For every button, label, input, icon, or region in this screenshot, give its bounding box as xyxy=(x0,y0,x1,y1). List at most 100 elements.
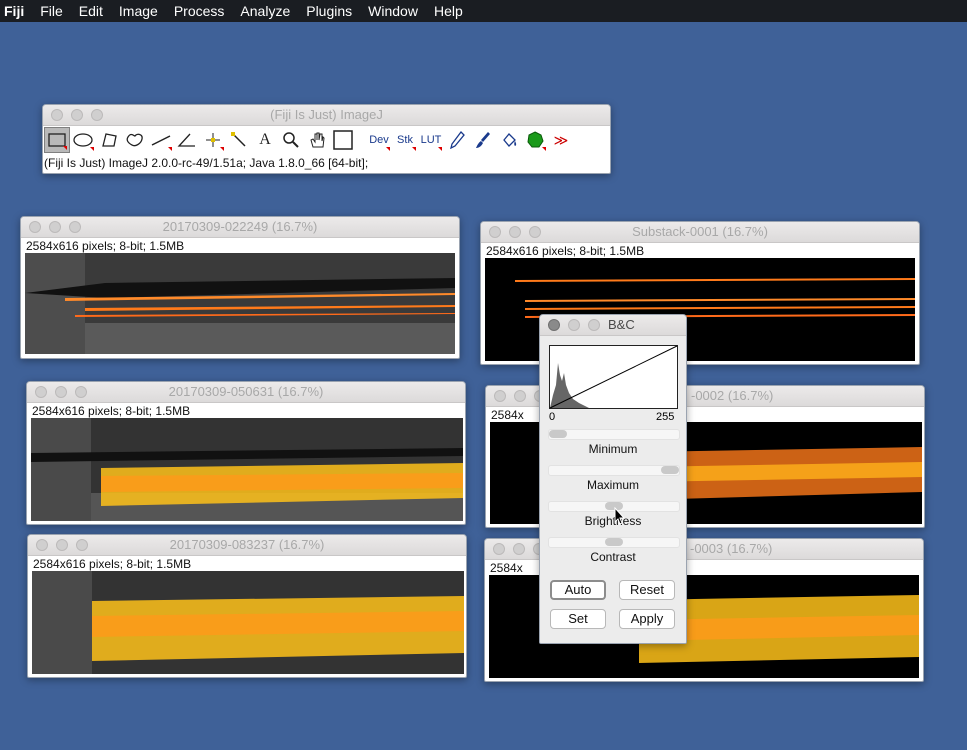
minimum-label: Minimum xyxy=(588,442,638,456)
contrast-slider[interactable] xyxy=(548,537,680,548)
maximum-label: Maximum xyxy=(586,478,639,492)
menu-file[interactable]: File xyxy=(32,0,71,22)
auto-button[interactable]: Auto xyxy=(550,580,606,600)
image-window-20170309-022249: 20170309-022249 (16.7%) 2584x616 pixels;… xyxy=(20,216,460,359)
image-content xyxy=(25,253,455,354)
menu-image[interactable]: Image xyxy=(111,0,166,22)
freehand-tool-icon[interactable] xyxy=(122,127,148,153)
lut-menu-tool[interactable]: LUT xyxy=(418,127,444,153)
window-title: 20170309-083237 (16.7%) xyxy=(169,537,325,552)
close-window-icon[interactable] xyxy=(35,386,47,398)
close-window-icon[interactable] xyxy=(29,221,41,233)
more-tools-label: ≫ xyxy=(553,131,569,148)
window-titlebar[interactable]: (Fiji Is Just) ImageJ xyxy=(43,105,610,126)
contrast-label: Contrast xyxy=(590,550,636,564)
line-tool-icon[interactable] xyxy=(148,127,174,153)
menu-analyze[interactable]: Analyze xyxy=(232,0,298,22)
minimum-slider[interactable] xyxy=(548,429,680,440)
window-controls xyxy=(36,539,88,551)
reset-button[interactable]: Reset xyxy=(619,580,675,600)
pencil-tool-icon[interactable] xyxy=(444,127,470,153)
more-tools-icon[interactable]: ≫ xyxy=(548,127,574,153)
stk-menu-tool[interactable]: Stk xyxy=(392,127,418,153)
zoom-window-icon[interactable] xyxy=(69,221,81,233)
minimize-window-icon[interactable] xyxy=(49,221,61,233)
histogram-max-label: 255 xyxy=(656,411,675,423)
polygon-tool-icon[interactable] xyxy=(96,127,122,153)
window-title: -0003 (16.7%) xyxy=(690,541,773,556)
magnifier-tool-icon[interactable] xyxy=(278,127,304,153)
menu-edit[interactable]: Edit xyxy=(71,0,111,22)
menu-help[interactable]: Help xyxy=(426,0,471,22)
close-window-icon[interactable] xyxy=(36,539,48,551)
wand-tool-icon[interactable] xyxy=(226,127,252,153)
image-window-20170309-083237: 20170309-083237 (16.7%) 2584x616 pixels;… xyxy=(27,534,467,678)
minimize-window-icon[interactable] xyxy=(568,319,580,331)
image-window-20170309-050631: 20170309-050631 (16.7%) 2584x616 pixels;… xyxy=(26,381,466,525)
menu-bar: Fiji File Edit Image Process Analyze Plu… xyxy=(0,0,967,22)
zoom-window-icon[interactable] xyxy=(76,539,88,551)
close-window-icon[interactable] xyxy=(493,543,505,555)
window-title: B&C xyxy=(608,317,635,332)
plugin-tool-icon[interactable] xyxy=(522,127,548,153)
text-tool-icon[interactable]: A xyxy=(252,127,278,153)
imagej-toolbar-window: (Fiji Is Just) ImageJ A Dev Stk LUT ≫ (F… xyxy=(42,104,611,174)
zoom-window-icon[interactable] xyxy=(75,386,87,398)
minimize-window-icon[interactable] xyxy=(513,543,525,555)
window-titlebar[interactable]: Substack-0001 (16.7%) xyxy=(481,222,919,243)
image-canvas[interactable] xyxy=(32,571,464,674)
brightness-contrast-dialog: B&C 0 255 Minimum Maximum Brightness Con… xyxy=(539,314,687,644)
zoom-window-icon[interactable] xyxy=(91,109,103,121)
angle-tool-icon[interactable] xyxy=(174,127,200,153)
close-window-icon[interactable] xyxy=(489,226,501,238)
menu-window[interactable]: Window xyxy=(360,0,426,22)
close-window-icon[interactable] xyxy=(51,109,63,121)
menu-plugins[interactable]: Plugins xyxy=(298,0,360,22)
flood-fill-tool-icon[interactable] xyxy=(496,127,522,153)
image-canvas[interactable] xyxy=(31,418,463,521)
dev-label: Dev xyxy=(369,134,389,146)
oval-tool-icon[interactable] xyxy=(70,127,96,153)
window-controls xyxy=(35,386,87,398)
brightness-label: Brightness xyxy=(584,514,642,528)
menu-process[interactable]: Process xyxy=(166,0,233,22)
minimize-window-icon[interactable] xyxy=(55,386,67,398)
close-window-icon[interactable] xyxy=(548,319,560,331)
minimum-slider-knob[interactable] xyxy=(549,430,567,438)
hand-tool-icon[interactable] xyxy=(304,127,330,153)
menu-app-fiji[interactable]: Fiji xyxy=(0,0,32,22)
image-content xyxy=(32,571,464,674)
zoom-window-icon[interactable] xyxy=(588,319,600,331)
maximum-slider[interactable] xyxy=(548,465,680,476)
dev-menu-tool[interactable]: Dev xyxy=(366,127,392,153)
window-title: -0002 (16.7%) xyxy=(691,388,774,403)
window-titlebar[interactable]: 20170309-050631 (16.7%) xyxy=(27,382,465,403)
window-title: (Fiji Is Just) ImageJ xyxy=(270,107,383,122)
zoom-window-icon[interactable] xyxy=(529,226,541,238)
rectangle-tool-icon[interactable] xyxy=(44,127,70,153)
tool-row: A Dev Stk LUT ≫ xyxy=(44,127,574,153)
apply-button[interactable]: Apply xyxy=(619,609,675,629)
window-title: 20170309-022249 (16.7%) xyxy=(162,219,318,234)
image-canvas[interactable] xyxy=(25,253,455,354)
histogram xyxy=(549,345,678,409)
brush-tool-icon[interactable] xyxy=(470,127,496,153)
close-window-icon[interactable] xyxy=(494,390,506,402)
set-button[interactable]: Set xyxy=(550,609,606,629)
window-title: 20170309-050631 (16.7%) xyxy=(168,384,324,399)
minimize-window-icon[interactable] xyxy=(509,226,521,238)
stk-label: Stk xyxy=(397,134,413,146)
window-controls xyxy=(51,109,103,121)
minimize-window-icon[interactable] xyxy=(71,109,83,121)
window-titlebar[interactable]: B&C xyxy=(540,315,686,336)
window-titlebar[interactable]: 20170309-022249 (16.7%) xyxy=(21,217,459,238)
window-titlebar[interactable]: 20170309-083237 (16.7%) xyxy=(28,535,466,556)
color-picker-tool-icon[interactable] xyxy=(330,127,356,153)
contrast-slider-knob[interactable] xyxy=(605,538,623,546)
maximum-slider-knob[interactable] xyxy=(661,466,679,474)
minimize-window-icon[interactable] xyxy=(56,539,68,551)
bc-body: 0 255 Minimum Maximum Brightness Contras… xyxy=(540,336,686,643)
histogram-min-label: 0 xyxy=(549,411,556,423)
point-tool-icon[interactable] xyxy=(200,127,226,153)
minimize-window-icon[interactable] xyxy=(514,390,526,402)
